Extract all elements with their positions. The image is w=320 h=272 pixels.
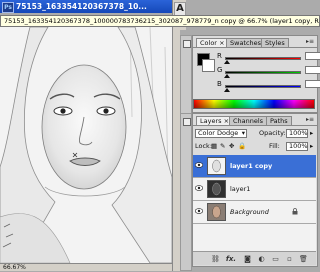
collapse-icon[interactable]	[183, 40, 191, 48]
fx-icon[interactable]: fx.	[225, 255, 237, 263]
fill-label: Fill:	[269, 142, 280, 150]
folder-icon[interactable]: ▭	[271, 255, 280, 263]
eye-icon[interactable]	[195, 208, 203, 214]
layer-row[interactable]: Background	[193, 201, 316, 224]
lock-position-icon[interactable]: ✥	[229, 142, 234, 151]
layer-thumbnail	[207, 203, 226, 221]
photoshop-doc-icon: Ps	[2, 2, 14, 13]
collapse-icon[interactable]	[183, 118, 191, 126]
chevron-down-icon: ▾	[241, 129, 245, 137]
opacity-arrow-icon[interactable]: ▸	[310, 129, 313, 138]
lock-transparent-icon[interactable]: ▦	[211, 142, 217, 151]
mask-icon[interactable]: ◙	[243, 255, 252, 263]
tab-swatches[interactable]: Swatches	[226, 38, 266, 47]
opacity-field[interactable]: 100%	[286, 129, 308, 138]
zoom-level: 66.67%	[3, 264, 26, 271]
lock-image-icon[interactable]: ✎	[220, 142, 225, 151]
adjustment-icon[interactable]: ◐	[257, 255, 266, 263]
document-status-bar: 66.67%	[0, 263, 172, 271]
tab-paths[interactable]: Paths	[266, 116, 292, 125]
blue-value-field[interactable]	[305, 80, 320, 88]
panel-dock-grip-color[interactable]	[180, 35, 192, 115]
layers-empty-area	[193, 224, 316, 251]
document-tooltip: 75153_1633541203673​78_100000783736215_3…	[0, 15, 320, 27]
green-value-field[interactable]	[305, 66, 320, 74]
close-icon[interactable]: ×	[219, 39, 224, 47]
blend-mode-select[interactable]: Color Dodge ▾	[195, 129, 247, 138]
document-canvas[interactable]	[0, 27, 172, 263]
opacity-label: Opacity:	[259, 129, 286, 137]
layer-name: Background	[230, 208, 269, 216]
layer-row[interactable]: layer1	[193, 178, 316, 201]
lock-all-icon[interactable]: 🔒	[238, 142, 246, 151]
layer-row[interactable]: layer1 copy	[193, 155, 316, 178]
layer-thumbnail	[207, 180, 226, 198]
type-tool-button[interactable]: A	[174, 2, 186, 16]
lock-label: Lock:	[195, 142, 213, 150]
document-title-bar[interactable]: Ps 75153_1633541203673​78_10...	[0, 0, 172, 13]
green-slider-track[interactable]	[225, 71, 301, 74]
eye-icon[interactable]	[195, 185, 203, 191]
red-slider-thumb-icon[interactable]	[224, 60, 230, 64]
tab-channels[interactable]: Channels	[229, 116, 268, 125]
tab-color[interactable]: Color ×	[196, 38, 229, 47]
document-vertical-scrollbar[interactable]	[172, 27, 180, 271]
tab-layers[interactable]: Layers ×	[196, 116, 234, 125]
new-layer-icon[interactable]: ▫	[285, 255, 294, 263]
trash-icon[interactable]: 🗑	[299, 255, 308, 263]
eye-icon[interactable]	[195, 162, 203, 168]
background-color-swatch[interactable]	[202, 59, 215, 72]
color-spectrum-ramp[interactable]	[193, 99, 315, 109]
panel-menu-icon[interactable]: ▸≡	[306, 39, 314, 45]
fill-arrow-icon[interactable]: ▸	[310, 142, 313, 151]
green-slider-thumb-icon[interactable]	[224, 74, 230, 78]
link-icon[interactable]: ⛓	[211, 255, 220, 263]
lock-icon	[292, 208, 298, 217]
layer-thumbnail	[207, 157, 226, 175]
tab-styles[interactable]: Styles	[261, 38, 289, 47]
layer-name: layer1	[230, 185, 251, 193]
layer-name: layer1 copy	[230, 162, 273, 170]
document-title: 75153_1633541203673​78_10...	[16, 2, 147, 11]
layers-bottom-bar: ⛓ fx. ◙ ◐ ▭ ▫ 🗑	[193, 251, 316, 265]
panel-dock-grip-layers[interactable]	[180, 113, 192, 271]
red-slider[interactable]: R	[217, 52, 320, 64]
green-slider[interactable]: G	[217, 66, 320, 78]
fill-field[interactable]: 100%	[286, 142, 308, 151]
sketch-portrait-image	[0, 27, 172, 263]
red-slider-track[interactable]	[225, 57, 301, 60]
panel-menu-icon[interactable]: ▸≡	[306, 117, 314, 123]
blue-slider-track[interactable]	[225, 85, 301, 88]
blue-slider-thumb-icon[interactable]	[224, 88, 230, 92]
blue-slider[interactable]: B	[217, 80, 320, 92]
red-value-field[interactable]	[305, 52, 320, 60]
